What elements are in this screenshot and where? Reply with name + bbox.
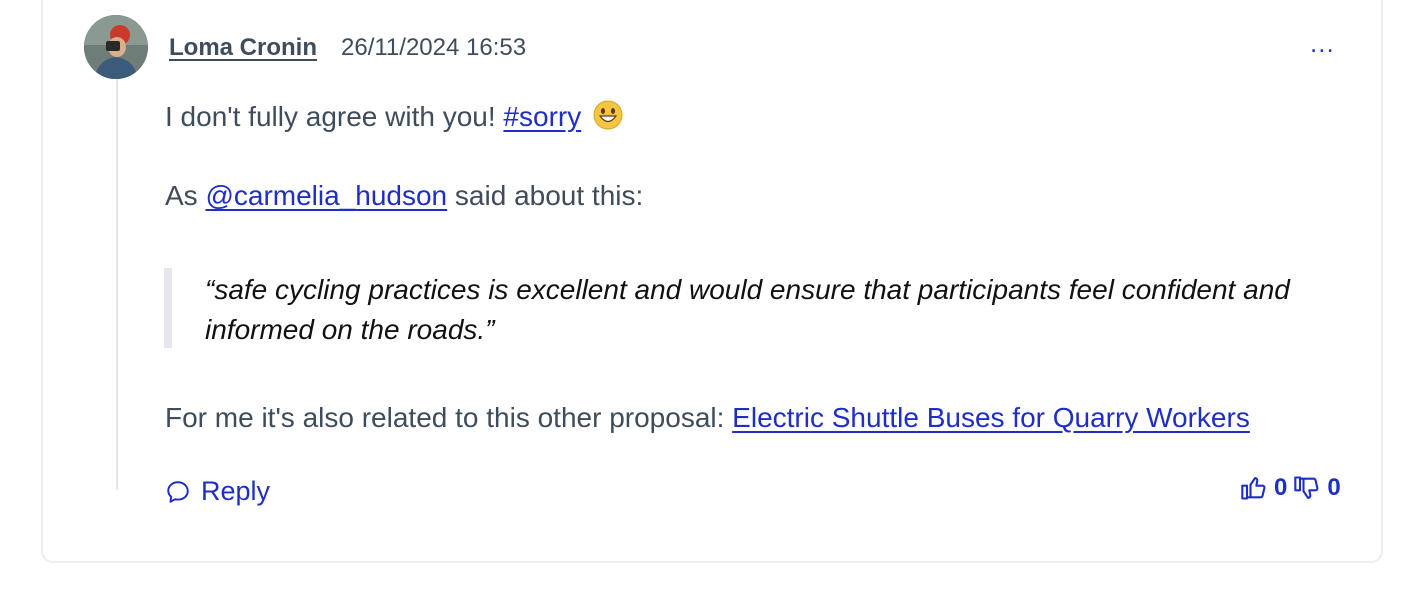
avatar-photo-icon xyxy=(84,15,148,79)
comment-line-3: For me it's also related to this other p… xyxy=(165,402,1250,434)
reply-button[interactable]: Reply xyxy=(165,476,270,507)
more-options-button[interactable]: ... xyxy=(1310,28,1335,59)
thumbs-up-icon xyxy=(1241,477,1266,500)
comment-line-1: I don't fully agree with you! #sorry xyxy=(165,100,623,133)
thumbs-down-icon xyxy=(1294,476,1319,499)
comment-text: I don't fully agree with you! xyxy=(165,101,496,132)
comment-text: As xyxy=(165,180,198,211)
thread-line xyxy=(116,78,118,490)
reply-label: Reply xyxy=(201,476,271,506)
blockquote: “safe cycling practices is excellent and… xyxy=(205,274,1290,345)
comment-line-2: As @carmelia_hudson said about this: xyxy=(165,180,643,212)
avatar[interactable] xyxy=(84,15,148,79)
author-name[interactable]: Loma Cronin xyxy=(169,34,317,62)
hashtag-link[interactable]: #sorry xyxy=(503,101,581,132)
downvote-button[interactable]: 0 xyxy=(1293,474,1341,502)
comment-date: 26/11/2024 16:53 xyxy=(341,34,527,61)
proposal-link[interactable]: Electric Shuttle Buses for Quarry Worker… xyxy=(732,402,1250,433)
upvote-count: 0 xyxy=(1274,474,1288,501)
upvote-button[interactable]: 0 xyxy=(1240,474,1287,502)
comment-text: For me it's also related to this other p… xyxy=(165,402,725,433)
grinning-face-emoji-icon xyxy=(593,100,623,130)
quote-bar xyxy=(164,268,172,348)
votes: 0 0 xyxy=(1240,474,1341,502)
speech-bubble-icon xyxy=(167,480,189,503)
downvote-count: 0 xyxy=(1327,474,1341,501)
mention-link[interactable]: @carmelia_hudson xyxy=(205,180,447,211)
comment-text: said about this: xyxy=(454,180,644,211)
